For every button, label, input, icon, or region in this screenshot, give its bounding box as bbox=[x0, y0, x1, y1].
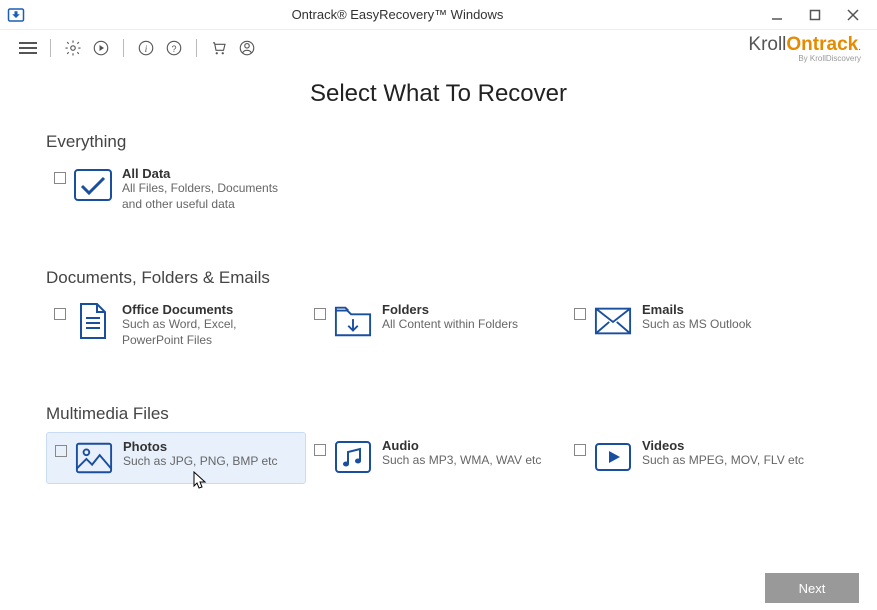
toolbar: i ? KrollOntrack. By KrollDiscovery bbox=[0, 30, 877, 66]
card-title: Folders bbox=[382, 302, 518, 317]
section-media-label: Multimedia Files bbox=[46, 404, 831, 424]
checkbox-folders[interactable] bbox=[314, 308, 326, 320]
photo-icon bbox=[75, 439, 113, 477]
checkbox-emails[interactable] bbox=[574, 308, 586, 320]
card-videos[interactable]: Videos Such as MPEG, MOV, FLV etc bbox=[566, 432, 826, 484]
maximize-button[interactable] bbox=[805, 5, 825, 25]
card-desc: All Files, Folders, Documents and other … bbox=[122, 181, 298, 212]
checkbox-videos[interactable] bbox=[574, 444, 586, 456]
page-title: Select What To Recover bbox=[0, 80, 877, 108]
card-office-documents[interactable]: Office Documents Such as Word, Excel, Po… bbox=[46, 296, 306, 354]
menu-icon[interactable] bbox=[16, 36, 40, 60]
card-desc: Such as Word, Excel, PowerPoint Files bbox=[122, 317, 298, 348]
all-data-icon bbox=[74, 166, 112, 204]
card-title: All Data bbox=[122, 166, 298, 181]
card-title: Audio bbox=[382, 438, 541, 453]
card-all-data[interactable]: All Data All Files, Folders, Documents a… bbox=[46, 160, 306, 218]
card-desc: Such as MS Outlook bbox=[642, 317, 751, 333]
checkbox-all-data[interactable] bbox=[54, 172, 66, 184]
checkbox-audio[interactable] bbox=[314, 444, 326, 456]
section-everything-label: Everything bbox=[46, 132, 831, 152]
card-title: Office Documents bbox=[122, 302, 298, 317]
minimize-button[interactable] bbox=[767, 5, 787, 25]
card-title: Photos bbox=[123, 439, 278, 454]
brand-logo: KrollOntrack. By KrollDiscovery bbox=[748, 34, 861, 63]
next-button[interactable]: Next bbox=[765, 573, 859, 603]
user-icon[interactable] bbox=[235, 36, 259, 60]
video-icon bbox=[594, 438, 632, 476]
card-desc: Such as JPG, PNG, BMP etc bbox=[123, 454, 278, 470]
card-desc: Such as MPEG, MOV, FLV etc bbox=[642, 453, 804, 469]
document-icon bbox=[74, 302, 112, 340]
footer: Next bbox=[0, 566, 877, 610]
card-audio[interactable]: Audio Such as MP3, WMA, WAV etc bbox=[306, 432, 566, 484]
card-title: Emails bbox=[642, 302, 751, 317]
card-emails[interactable]: Emails Such as MS Outlook bbox=[566, 296, 826, 354]
card-folders[interactable]: Folders All Content within Folders bbox=[306, 296, 566, 354]
email-icon bbox=[594, 302, 632, 340]
checkbox-photos[interactable] bbox=[55, 445, 67, 457]
cart-icon[interactable] bbox=[207, 36, 231, 60]
audio-icon bbox=[334, 438, 372, 476]
card-desc: Such as MP3, WMA, WAV etc bbox=[382, 453, 541, 469]
close-button[interactable] bbox=[843, 5, 863, 25]
resume-icon[interactable] bbox=[89, 36, 113, 60]
help-icon[interactable]: ? bbox=[162, 36, 186, 60]
window-title: Ontrack® EasyRecovery™ Windows bbox=[28, 7, 767, 22]
section-docs-label: Documents, Folders & Emails bbox=[46, 268, 831, 288]
card-photos[interactable]: Photos Such as JPG, PNG, BMP etc bbox=[46, 432, 306, 484]
card-desc: All Content within Folders bbox=[382, 317, 518, 333]
checkbox-office[interactable] bbox=[54, 308, 66, 320]
app-icon bbox=[4, 3, 28, 27]
titlebar: Ontrack® EasyRecovery™ Windows bbox=[0, 0, 877, 30]
svg-text:?: ? bbox=[171, 44, 176, 54]
gear-icon[interactable] bbox=[61, 36, 85, 60]
info-icon[interactable]: i bbox=[134, 36, 158, 60]
svg-text:i: i bbox=[145, 44, 148, 55]
card-title: Videos bbox=[642, 438, 804, 453]
folder-icon bbox=[334, 302, 372, 340]
